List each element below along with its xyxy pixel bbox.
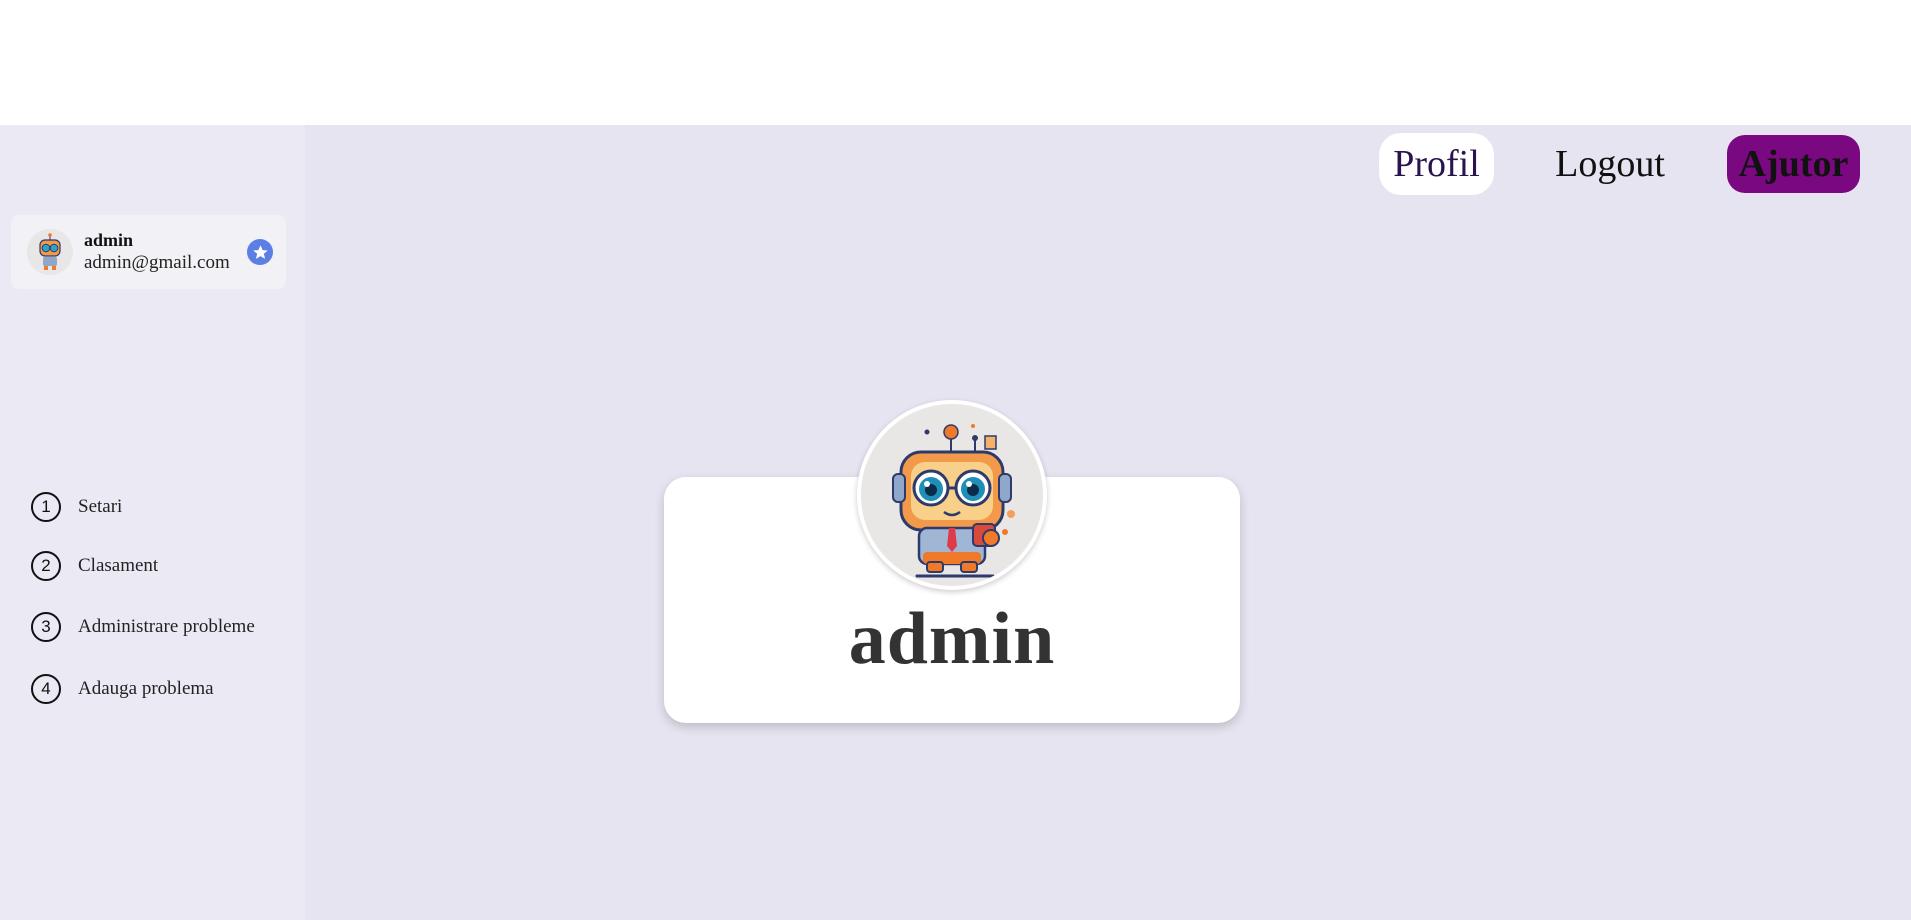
user-avatar bbox=[27, 229, 73, 275]
profile-avatar bbox=[857, 400, 1047, 590]
number-one-icon: 1 bbox=[31, 492, 61, 522]
sidebar-item-label: Adauga problema bbox=[78, 678, 214, 699]
user-name: admin bbox=[84, 230, 134, 250]
sidebar-item-label: Clasament bbox=[78, 555, 159, 576]
sidebar-item-administrare-probleme[interactable]: 3 Administrare probleme bbox=[31, 610, 255, 644]
star-icon bbox=[247, 239, 273, 265]
user-email: admin@gmail.com bbox=[84, 252, 230, 273]
top-bar bbox=[0, 0, 1911, 125]
ajutor-button[interactable]: Ajutor bbox=[1727, 135, 1860, 193]
number-four-icon: 4 bbox=[31, 674, 61, 704]
sidebar-item-label: Setari bbox=[78, 496, 123, 517]
robot-avatar-icon bbox=[27, 229, 73, 275]
number-three-icon: 3 bbox=[31, 612, 61, 642]
logout-button[interactable]: Logout bbox=[1540, 133, 1680, 195]
sidebar-item-clasament[interactable]: 2 Clasament bbox=[31, 549, 158, 583]
sidebar-item-setari[interactable]: 1 Setari bbox=[31, 490, 122, 524]
number-two-icon: 2 bbox=[31, 551, 61, 581]
profil-button[interactable]: Profil bbox=[1379, 133, 1494, 195]
user-card[interactable]: admin admin@gmail.com bbox=[11, 215, 286, 289]
sidebar-item-adauga-problema[interactable]: 4 Adauga problema bbox=[31, 672, 214, 706]
profile-name: admin bbox=[848, 598, 1056, 680]
sidebar-item-label: Administrare probleme bbox=[78, 616, 255, 637]
robot-avatar-icon bbox=[861, 404, 1043, 586]
